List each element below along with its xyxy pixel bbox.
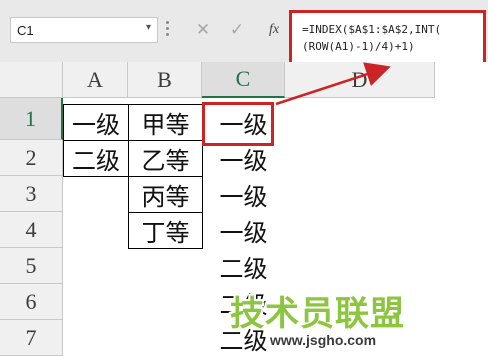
cell-b4[interactable]: 丁等 [128,212,203,249]
name-box-value: C1 [17,23,34,38]
row-header-3[interactable]: 3 [0,176,63,212]
formula-bar: C1 ▾ ✕ ✓ fx =INDEX($A$1:$A$2,INT( (ROW(A… [0,0,488,66]
column-header-d[interactable]: D [285,62,435,98]
column-header-b[interactable]: B [128,62,202,98]
cell-c5[interactable]: 二级 [202,248,285,284]
row-header-4[interactable]: 4 [0,212,63,248]
insert-function-icon[interactable]: fx [261,17,287,43]
row-header-6[interactable]: 6 [0,284,63,320]
column-header-a[interactable]: A [63,62,128,98]
watermark-text: 技术员联盟 [230,294,405,334]
cell-b1[interactable]: 甲等 [128,104,203,141]
row-header-1[interactable]: 1 [0,98,63,140]
cell-c4[interactable]: 一级 [202,212,285,248]
row-header-7[interactable]: 7 [0,320,63,356]
row-header-2[interactable]: 2 [0,140,63,176]
watermark-url: www.jsgho.com [270,332,377,348]
watermark-logo: 技术员联盟 www.jsgho.com [230,286,480,350]
cell-a2[interactable]: 二级 [63,140,129,177]
formula-text-line-1: =INDEX($A$1:$A$2,INT( [302,23,442,36]
cell-b2[interactable]: 乙等 [128,140,203,177]
active-cell-highlight [202,102,274,146]
select-all-corner[interactable] [0,62,63,98]
row-header-5[interactable]: 5 [0,248,63,284]
enter-icon[interactable]: ✓ [224,17,250,43]
cancel-icon[interactable]: ✕ [190,17,216,43]
cell-b3[interactable]: 丙等 [128,176,203,213]
formula-text-line-2: (ROW(A1)-1)/4)+1) [302,40,415,53]
grip-icon[interactable] [166,21,170,39]
column-header-c[interactable]: C [202,62,285,98]
name-box[interactable]: C1 ▾ [10,17,158,43]
chevron-down-icon[interactable]: ▾ [146,22,151,33]
cell-a1[interactable]: 一级 [63,104,129,141]
formula-input[interactable]: =INDEX($A$1:$A$2,INT( (ROW(A1)-1)/4)+1) [289,10,486,66]
cell-c3[interactable]: 一级 [202,176,285,212]
